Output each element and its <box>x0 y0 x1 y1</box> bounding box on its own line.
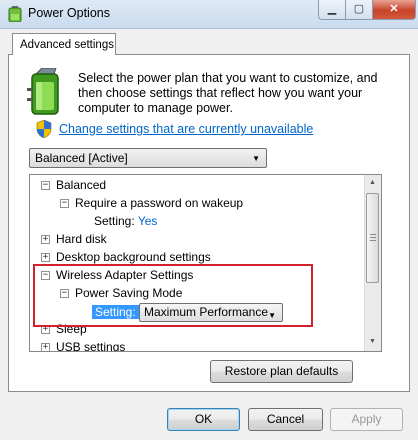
expand-icon[interactable]: + <box>41 253 50 262</box>
expand-icon[interactable]: + <box>41 325 50 334</box>
chevron-down-icon: ▼ <box>252 154 260 163</box>
expand-icon[interactable]: + <box>41 343 50 351</box>
power-saving-mode-dropdown[interactable]: Maximum Performance ▼ <box>139 303 283 322</box>
power-saving-mode-value: Maximum Performance <box>144 305 269 319</box>
tree-item-label: Desktop background settings <box>56 250 211 264</box>
scroll-up-icon[interactable]: ▲ <box>369 179 376 186</box>
restore-plan-defaults-button[interactable]: Restore plan defaults <box>210 360 353 383</box>
scrollbar-thumb[interactable] <box>366 193 379 283</box>
tree-item-password-setting[interactable]: Setting: Yes <box>94 212 157 230</box>
tree-item-label: Hard disk <box>56 232 107 246</box>
settings-tree[interactable]: − Balanced − Require a password on wakeu… <box>29 174 382 352</box>
scroll-down-icon[interactable]: ▼ <box>369 338 376 345</box>
tree-scrollbar[interactable]: ▲ ▼ <box>364 175 381 351</box>
uac-shield-icon <box>36 119 52 141</box>
maximize-button[interactable]: ▢ <box>345 0 373 20</box>
setting-value[interactable]: Yes <box>138 214 158 228</box>
collapse-icon[interactable]: − <box>60 289 69 298</box>
minimize-button[interactable]: ▁ <box>318 0 346 20</box>
tree-item-label: Wireless Adapter Settings <box>56 268 194 282</box>
change-settings-link[interactable]: Change settings that are currently unava… <box>59 122 313 136</box>
intro-text: Select the power plan that you want to c… <box>78 71 378 115</box>
ok-button[interactable]: OK <box>167 408 240 431</box>
tab-advanced-settings[interactable]: Advanced settings <box>12 33 116 55</box>
tree-item-label: USB settings <box>56 340 126 352</box>
collapse-icon[interactable]: − <box>60 199 69 208</box>
power-plan-dropdown[interactable]: Balanced [Active] ▼ <box>29 148 267 168</box>
battery-icon <box>26 67 66 119</box>
power-options-icon <box>8 6 22 25</box>
chevron-down-icon: ▼ <box>268 311 276 320</box>
expand-icon[interactable]: + <box>41 235 50 244</box>
collapse-icon[interactable]: − <box>41 271 50 280</box>
apply-button[interactable]: Apply <box>330 408 403 431</box>
title-bar: Power Options ▁ ▢ ✕ <box>0 0 418 29</box>
tree-item-label: Sleep <box>56 322 87 336</box>
tree-item-label: Power Saving Mode <box>75 286 183 300</box>
power-plan-value: Balanced [Active] <box>35 151 128 165</box>
cancel-button[interactable]: Cancel <box>248 408 323 431</box>
tree-item-label: Require a password on wakeup <box>75 196 244 210</box>
window-title: Power Options <box>28 6 110 20</box>
tree-item-label: Balanced <box>56 178 107 192</box>
close-button[interactable]: ✕ <box>372 0 416 20</box>
collapse-icon[interactable]: − <box>41 181 50 190</box>
setting-label: Setting: <box>92 305 139 319</box>
setting-label: Setting: <box>94 214 135 228</box>
tree-item-power-saving-setting[interactable]: Setting: <box>92 303 139 321</box>
